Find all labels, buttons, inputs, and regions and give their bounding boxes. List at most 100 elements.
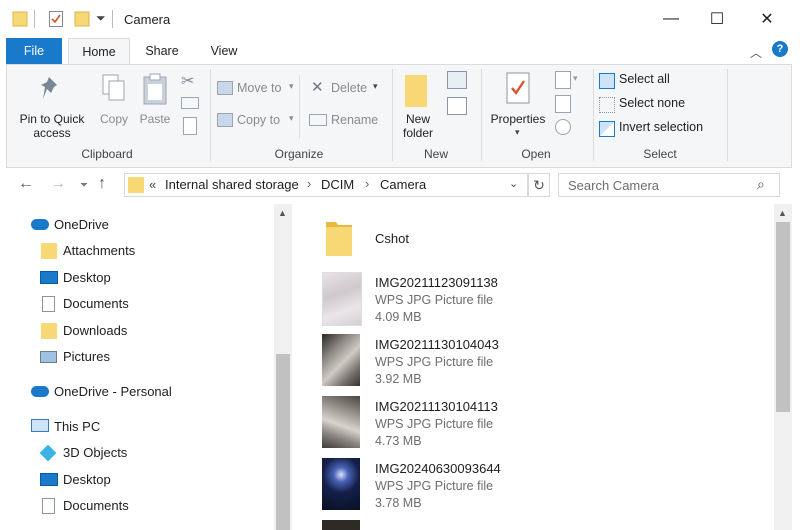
tab-home[interactable]: Home <box>68 38 130 65</box>
copy-path-icon[interactable] <box>181 97 199 109</box>
file-type: WPS JPG Picture file <box>375 479 494 493</box>
list-item-image[interactable]: IMG20240630093644 WPS JPG Picture file 3… <box>318 458 758 514</box>
copy-button[interactable]: Copy <box>93 67 135 141</box>
minimize-button[interactable]: — <box>648 0 694 38</box>
address-history-dropdown-icon[interactable]: ⌄ <box>509 177 518 190</box>
new-item-icon[interactable] <box>447 71 467 89</box>
image-thumbnail <box>322 272 362 326</box>
new-group-label: New <box>423 147 448 161</box>
forward-arrow-icon[interactable]: → <box>50 175 66 193</box>
breadcrumb-camera[interactable]: Camera <box>380 177 426 192</box>
new-folder-button[interactable]: New folder <box>397 67 439 141</box>
pin-to-quick-access-button[interactable]: Pin to Quick access <box>11 67 93 141</box>
pin-label-line2: access <box>33 126 71 140</box>
list-item-image[interactable]: IMG20211123091138 WPS JPG Picture file 4… <box>318 272 758 328</box>
collapse-ribbon-icon[interactable]: ︿ <box>750 44 762 61</box>
recent-locations-icon[interactable]: ⏷ <box>80 180 88 191</box>
search-icon[interactable]: ⌕ <box>757 176 765 193</box>
file-name: IMG20211130104043 <box>375 337 499 352</box>
file-size: 3.78 MB <box>375 496 422 510</box>
breadcrumb-separator[interactable]: › <box>365 176 369 191</box>
up-arrow-icon[interactable]: ↑ <box>98 175 106 193</box>
customize-quick-access-icon[interactable]: ⏷ <box>96 11 106 26</box>
file-list-scrollbar[interactable]: ▲ <box>774 204 792 530</box>
tab-view[interactable]: View <box>196 38 252 64</box>
move-to-icon <box>217 81 233 95</box>
tab-file[interactable]: File <box>6 38 62 64</box>
list-item-image[interactable]: IMG20211130104043 WPS JPG Picture file 3… <box>318 334 758 390</box>
nav-item-label: Desktop <box>63 270 111 285</box>
paste-icon <box>141 73 169 108</box>
copy-to-dropdown-icon: ▾ <box>289 113 294 123</box>
image-thumbnail <box>322 520 360 530</box>
scroll-up-icon[interactable]: ▲ <box>278 208 287 218</box>
nav-item-onedrive[interactable]: OneDrive <box>0 212 272 238</box>
move-to-label: Move to <box>237 81 282 95</box>
nav-item-downloads[interactable]: Downloads <box>0 318 272 344</box>
file-name: IMG20211130104113 <box>375 399 498 414</box>
scroll-up-icon[interactable]: ▲ <box>778 208 787 218</box>
select-none-label: Select none <box>619 96 686 110</box>
properties-check-icon[interactable] <box>48 10 64 28</box>
help-icon[interactable]: ? <box>772 41 788 57</box>
breadcrumb-dcim[interactable]: DCIM <box>321 177 354 192</box>
paste-button[interactable]: Paste <box>135 67 175 141</box>
properties-label: Properties <box>490 112 546 126</box>
nav-scrollbar-thumb[interactable] <box>276 354 290 530</box>
copy-label: Copy <box>99 112 128 126</box>
breadcrumb-internal-storage[interactable]: Internal shared storage <box>165 177 299 192</box>
nav-item-attachments[interactable]: Attachments <box>0 238 272 264</box>
file-name: Cshot <box>375 231 409 246</box>
paste-shortcut-icon[interactable] <box>183 117 197 135</box>
list-item-image[interactable]: IMG20211130104113 WPS JPG Picture file 4… <box>318 396 758 452</box>
nav-item-documents[interactable]: Documents <box>0 291 272 317</box>
search-box[interactable]: Search Camera ⌕ <box>558 173 780 197</box>
delete-dropdown-icon: ▾ <box>373 81 378 91</box>
refresh-icon[interactable]: ↻ <box>528 173 550 197</box>
nav-scrollbar[interactable]: ▲ <box>274 204 292 530</box>
properties-button[interactable]: Properties ▾ <box>485 67 551 141</box>
copy-icon <box>101 73 127 106</box>
nav-item-pictures[interactable]: Pictures <box>0 344 272 370</box>
close-button[interactable]: ✕ <box>744 0 790 38</box>
tab-share[interactable]: Share <box>134 38 190 64</box>
nav-item-desktop[interactable]: Desktop <box>0 265 272 291</box>
nav-item-label: Downloads <box>63 323 128 338</box>
nav-item-this-pc[interactable]: This PC <box>0 414 272 440</box>
desktop-icon <box>40 473 58 486</box>
paste-label: Paste <box>139 112 171 126</box>
nav-item-desktop-pc[interactable]: Desktop <box>0 467 272 493</box>
nav-item-3d-objects[interactable]: 3D Objects <box>0 440 272 466</box>
cube-icon <box>39 444 57 462</box>
nav-item-documents-pc[interactable]: Documents <box>0 493 272 519</box>
new-folder-label-line1: New <box>405 112 430 126</box>
nav-item-onedrive-personal[interactable]: OneDrive - Personal <box>0 379 272 405</box>
cut-icon[interactable]: ✂ <box>181 71 194 91</box>
folder-icon[interactable] <box>12 10 28 28</box>
file-list-scrollbar-thumb[interactable] <box>776 222 790 412</box>
easy-access-icon[interactable] <box>447 97 467 115</box>
open-group-label: Open <box>521 147 551 161</box>
search-input[interactable]: Search Camera <box>568 178 659 193</box>
desktop-icon <box>40 271 58 284</box>
new-folder-quick-icon[interactable] <box>74 10 90 28</box>
breadcrumb-overflow[interactable]: « <box>149 177 156 192</box>
list-item-cshot[interactable]: Cshot <box>318 212 758 268</box>
image-thumbnail <box>322 334 360 386</box>
folder-icon <box>41 323 57 339</box>
back-arrow-icon[interactable]: ← <box>18 175 34 193</box>
invert-selection-label: Invert selection <box>619 120 704 134</box>
copy-to-label: Copy to <box>237 113 281 127</box>
image-thumbnail <box>322 458 360 510</box>
open-dropdown-icon[interactable]: ▾ <box>573 73 578 84</box>
quick-access-divider <box>34 10 35 28</box>
ribbon: Pin to Quick access Copy Paste ✂ Clipboa… <box>6 64 792 168</box>
breadcrumb-separator[interactable]: › <box>307 176 311 191</box>
title-divider <box>112 10 113 28</box>
address-bar[interactable]: « Internal shared storage › DCIM › Camer… <box>124 173 528 197</box>
history-icon[interactable] <box>555 119 571 135</box>
maximize-button[interactable]: ☐ <box>694 0 740 38</box>
open-icon[interactable] <box>555 71 571 89</box>
file-type: WPS JPG Picture file <box>375 355 494 369</box>
edit-icon[interactable] <box>555 95 571 113</box>
